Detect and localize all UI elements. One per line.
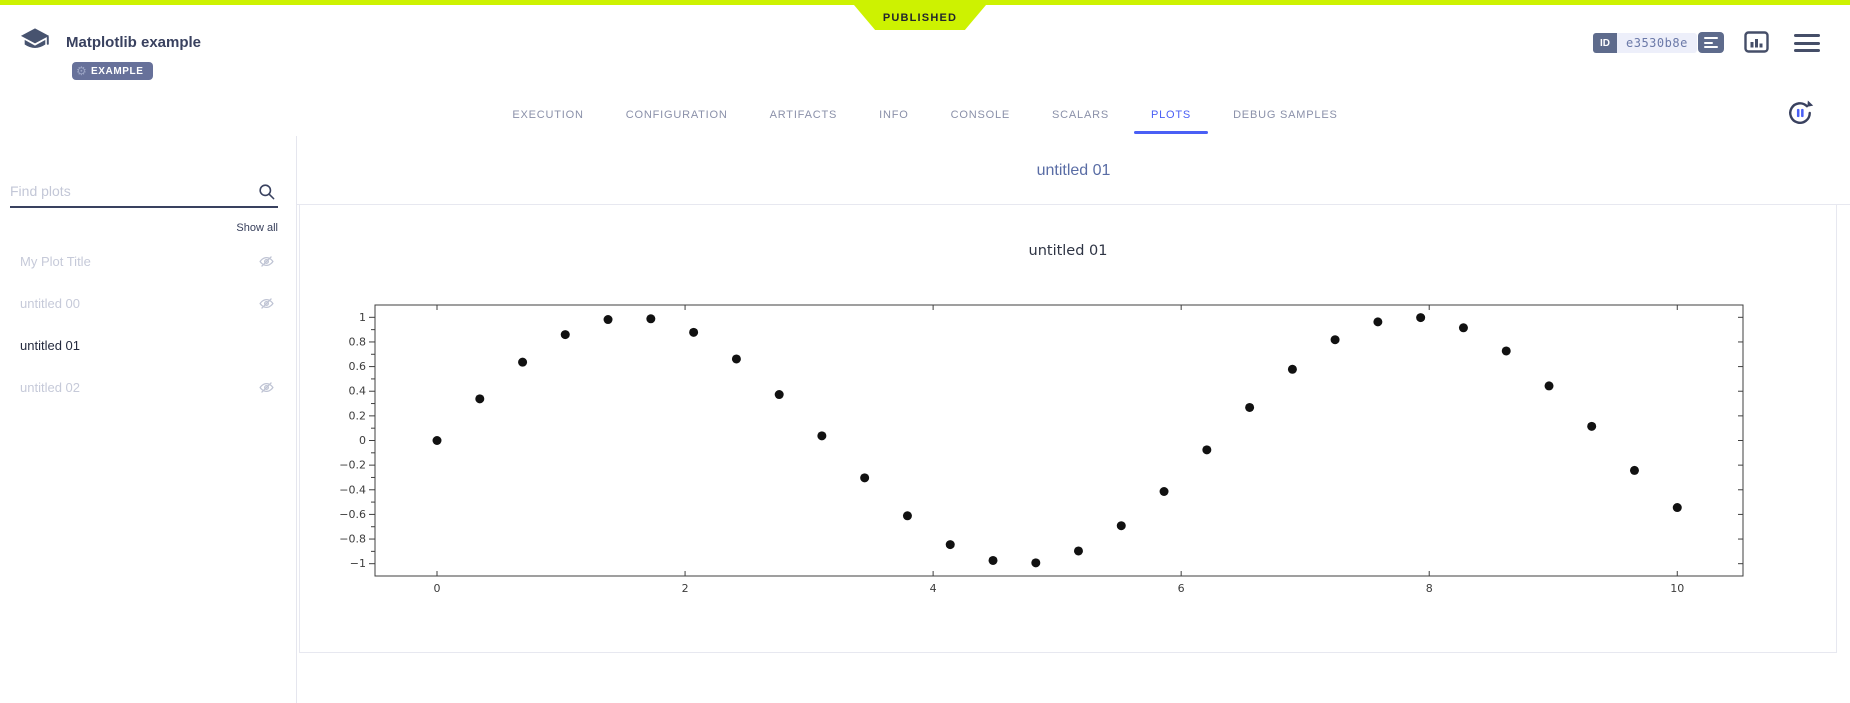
plot-item-label: untitled 02 bbox=[20, 380, 80, 395]
tab-bar: EXECUTION CONFIGURATION ARTIFACTS INFO CONSO… bbox=[0, 96, 1850, 136]
y-tick-label: 0.8 bbox=[349, 335, 367, 348]
sidebar-item-untitled-02[interactable]: untitled 02 bbox=[10, 366, 278, 408]
data-point bbox=[732, 354, 741, 363]
sidebar-item-untitled-01[interactable]: untitled 01 bbox=[10, 324, 278, 366]
data-point bbox=[1673, 503, 1682, 512]
chart-title: untitled 01 bbox=[300, 243, 1836, 259]
plot-frame bbox=[375, 305, 1743, 576]
auto-refresh-icon[interactable] bbox=[1784, 97, 1818, 131]
data-point bbox=[1545, 381, 1554, 390]
experiment-id-chip[interactable]: ID e3530b8e bbox=[1593, 33, 1697, 53]
data-point bbox=[1117, 521, 1126, 530]
chart-panel-icon[interactable] bbox=[1744, 31, 1769, 58]
x-tick-label: 0 bbox=[434, 582, 441, 595]
scatter-points bbox=[433, 313, 1682, 567]
y-axis-ticks: 1 0.8 0.6 0.4 0.2 0 −0.2 −0.4 −0.6 −0.8 −1 bbox=[340, 311, 1743, 570]
data-point bbox=[817, 431, 826, 440]
data-point bbox=[1160, 487, 1169, 496]
experiment-title: Matplotlib example bbox=[66, 34, 201, 51]
example-badge-label: EXAMPLE bbox=[91, 66, 144, 77]
data-point bbox=[475, 394, 484, 403]
menu-icon[interactable] bbox=[1794, 34, 1820, 57]
data-point bbox=[946, 540, 955, 549]
data-point bbox=[1373, 317, 1382, 326]
tab-scalars[interactable]: SCALARS bbox=[1052, 96, 1109, 136]
eye-slash-icon[interactable] bbox=[258, 294, 276, 312]
data-point bbox=[1245, 403, 1254, 412]
data-point bbox=[1416, 313, 1425, 322]
tab-debug-samples[interactable]: DEBUG SAMPLES bbox=[1233, 96, 1338, 136]
y-tick-label: 0.2 bbox=[349, 409, 367, 422]
data-point bbox=[1202, 445, 1211, 454]
x-tick-label: 8 bbox=[1426, 582, 1433, 595]
eye-slash-icon[interactable] bbox=[258, 252, 276, 270]
search-icon[interactable] bbox=[257, 182, 276, 206]
id-label: ID bbox=[1593, 33, 1617, 53]
tab-configuration[interactable]: CONFIGURATION bbox=[626, 96, 728, 136]
status-badge: PUBLISHED bbox=[854, 5, 986, 30]
data-point bbox=[689, 328, 698, 337]
plot-card: untitled 01 0 2 4 6 8 10 1 0.8 0.6 0.4 0.2 0 −0.2 −0.… bbox=[299, 204, 1837, 653]
y-tick-label: 1 bbox=[359, 311, 366, 324]
data-point bbox=[518, 358, 527, 367]
data-point bbox=[860, 473, 869, 482]
tab-info[interactable]: INFO bbox=[879, 96, 908, 136]
x-tick-label: 4 bbox=[930, 582, 937, 595]
status-color-bar bbox=[0, 0, 1850, 5]
tab-execution[interactable]: EXECUTION bbox=[512, 96, 583, 136]
plot-item-label: untitled 00 bbox=[20, 296, 80, 311]
eye-slash-icon[interactable] bbox=[258, 378, 276, 396]
y-tick-label: 0 bbox=[359, 434, 366, 447]
data-point bbox=[433, 436, 442, 445]
find-plots-input[interactable] bbox=[10, 178, 278, 206]
plot-item-label: My Plot Title bbox=[20, 254, 91, 269]
data-point bbox=[561, 330, 570, 339]
data-point bbox=[1630, 466, 1639, 475]
y-tick-label: −0.6 bbox=[340, 508, 366, 521]
data-point bbox=[1502, 346, 1511, 355]
data-point bbox=[1288, 365, 1297, 374]
x-tick-label: 2 bbox=[682, 582, 689, 595]
data-point bbox=[989, 556, 998, 565]
x-tick-label: 6 bbox=[1178, 582, 1185, 595]
scatter-chart[interactable]: 0 2 4 6 8 10 1 0.8 0.6 0.4 0.2 0 −0.2 −0.4 −0.6 −0.8 −1 bbox=[340, 291, 1800, 601]
id-value: e3530b8e bbox=[1617, 33, 1697, 53]
y-tick-label: 0.6 bbox=[349, 360, 367, 373]
y-tick-label: −0.8 bbox=[340, 533, 366, 546]
plot-list: My Plot Title untitled 00 untitled 01 untit… bbox=[10, 240, 278, 408]
gear-icon: ⚙ bbox=[76, 62, 87, 80]
show-all-link[interactable]: Show all bbox=[236, 222, 278, 234]
data-point bbox=[646, 314, 655, 323]
x-axis-ticks: 0 2 4 6 8 10 bbox=[434, 305, 1685, 595]
example-badge: ⚙ EXAMPLE bbox=[72, 62, 153, 80]
details-panel-icon[interactable] bbox=[1698, 32, 1724, 53]
plots-sidebar: Show all My Plot Title untitled 00 untitle… bbox=[0, 136, 296, 703]
y-tick-label: −0.4 bbox=[340, 483, 366, 496]
plot-item-label: untitled 01 bbox=[20, 338, 80, 353]
app-window: PUBLISHED Matplotlib example ⚙ EXAMPLE I… bbox=[0, 0, 1850, 703]
tab-plots[interactable]: PLOTS bbox=[1151, 96, 1191, 136]
plot-group-title: untitled 01 bbox=[297, 162, 1850, 180]
data-point bbox=[604, 315, 613, 324]
task-type-icon bbox=[20, 27, 50, 61]
y-tick-label: 0.4 bbox=[349, 385, 367, 398]
data-point bbox=[903, 511, 912, 520]
y-tick-label: −0.2 bbox=[340, 459, 366, 472]
tab-artifacts[interactable]: ARTIFACTS bbox=[770, 96, 838, 136]
y-tick-label: −1 bbox=[350, 557, 366, 570]
data-point bbox=[1459, 323, 1468, 332]
sidebar-item-my-plot-title[interactable]: My Plot Title bbox=[10, 240, 278, 282]
sidebar-item-untitled-00[interactable]: untitled 00 bbox=[10, 282, 278, 324]
data-point bbox=[1074, 546, 1083, 555]
tab-console[interactable]: CONSOLE bbox=[951, 96, 1010, 136]
data-point bbox=[1331, 335, 1340, 344]
plot-search-field bbox=[10, 178, 278, 208]
x-tick-label: 10 bbox=[1670, 582, 1684, 595]
data-point bbox=[1031, 558, 1040, 567]
plots-content: untitled 01 untitled 01 0 2 4 6 8 10 1 0.8 0.6 0.… bbox=[297, 136, 1850, 703]
data-point bbox=[775, 390, 784, 399]
data-point bbox=[1587, 422, 1596, 431]
